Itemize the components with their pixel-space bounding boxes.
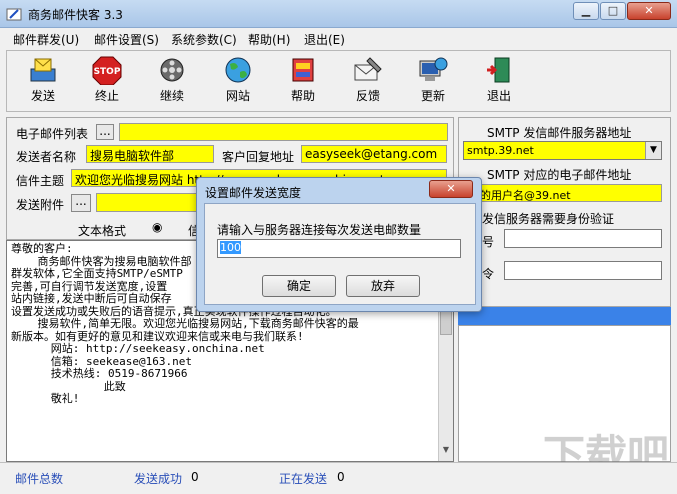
smtp-account-label: SMTP 对应的电子邮件地址 [487,168,632,182]
email-list-label: 电子邮件列表 [16,127,89,141]
update-button[interactable]: 更新 [405,51,461,111]
close-button[interactable]: ✕ [627,2,671,20]
mail-pen-icon [354,57,382,81]
maximize-button[interactable]: □ [600,2,626,20]
menu-mass-mail[interactable]: 邮件群发(U) [13,31,79,48]
auth-label: 发信服务器需要身份验证 [482,212,615,226]
text-format-radio[interactable]: ◉ [152,220,162,234]
menu-system-params[interactable]: 系统参数(C) [171,31,237,48]
send-button[interactable]: 发送 [15,51,71,111]
sending-label: 正在发送 [279,472,328,486]
menu-mail-settings[interactable]: 邮件设置(S) [94,31,159,48]
continue-button[interactable]: 继续 [144,51,200,111]
reply-address-label: 客户回复地址 [222,150,295,164]
dialog-body: 请输入与服务器连接每次发送电邮数量 100 确定 放弃 [204,203,476,305]
send-count-input[interactable]: 100 [217,239,461,258]
stop-button[interactable]: STOP 终止 [79,51,135,111]
minimize-button[interactable]: ▁ [573,2,599,20]
sent-success-label: 发送成功 [134,472,183,486]
sending-count: 0 [337,470,345,484]
feedback-button[interactable]: 反馈 [340,51,396,111]
window-title: 商务邮件快客 3.3 [28,8,123,22]
send-icon [30,58,56,82]
title-bar: 商务邮件快客 3.3 ▁ □ ✕ [0,0,677,28]
svg-text:STOP: STOP [94,67,121,77]
password-field[interactable] [504,261,662,280]
status-bar: 邮件总数 发送成功 0 正在发送 0 [0,462,677,494]
send-width-dialog: 设置邮件发送宽度 ✕ 请输入与服务器连接每次发送电邮数量 100 确定 放弃 [196,177,482,312]
exit-door-icon [487,57,510,83]
sender-label: 发送者名称 [16,150,77,164]
email-list-field[interactable] [119,123,448,141]
email-list-browse-button[interactable]: ... [96,124,114,140]
menu-exit[interactable]: 退出(E) [304,31,345,48]
subject-label: 信件主题 [16,174,65,188]
dialog-title: 设置邮件发送宽度 [205,186,302,200]
dialog-close-button[interactable]: ✕ [429,180,473,198]
smtp-server-label: SMTP 发信邮件服务器地址 [487,126,632,140]
log-highlight-row[interactable] [458,307,671,325]
password-label: 令 [482,267,495,281]
website-button[interactable]: 网站 [210,51,266,111]
computer-globe-icon [419,57,448,81]
sent-success-count: 0 [191,470,199,484]
dialog-prompt: 请输入与服务器连接每次发送电邮数量 [217,223,422,237]
cancel-button[interactable]: 放弃 [346,275,420,297]
total-mail-label: 邮件总数 [15,472,64,486]
smtp-server-select[interactable]: smtp.39.net ▼ [463,141,662,160]
film-reel-icon [160,58,184,82]
menu-help[interactable]: 帮助(H) [248,31,290,48]
stop-sign-icon: STOP [92,56,122,85]
send-count-value: 100 [220,241,241,254]
menu-bar: 邮件群发(U) 邮件设置(S) 系统参数(C) 帮助(H) 退出(E) [0,28,677,48]
username-label: 号 [482,235,495,249]
exit-button[interactable]: 退出 [471,51,527,111]
toolbar: 发送 STOP 终止 继续 网站 帮助 反馈 更新 退出 [6,50,671,112]
username-field[interactable] [504,229,662,248]
reply-address-field[interactable]: easyseek@etang.com [301,145,447,163]
help-book-icon [292,58,314,82]
globe-icon [225,57,251,83]
attachment-label: 发送附件 [16,198,65,212]
help-button[interactable]: 帮助 [275,51,331,111]
attachment-browse-button[interactable]: ... [71,194,91,212]
ok-button[interactable]: 确定 [262,275,336,297]
scroll-down-arrow[interactable]: ▼ [440,445,452,457]
text-format-label: 文本格式 [78,224,127,238]
sender-name-field[interactable]: 搜易电脑软件部 [86,145,214,163]
smtp-account-field[interactable]: 的用户名@39.net [476,184,662,202]
app-icon [6,8,22,21]
chevron-down-icon[interactable]: ▼ [645,142,661,159]
